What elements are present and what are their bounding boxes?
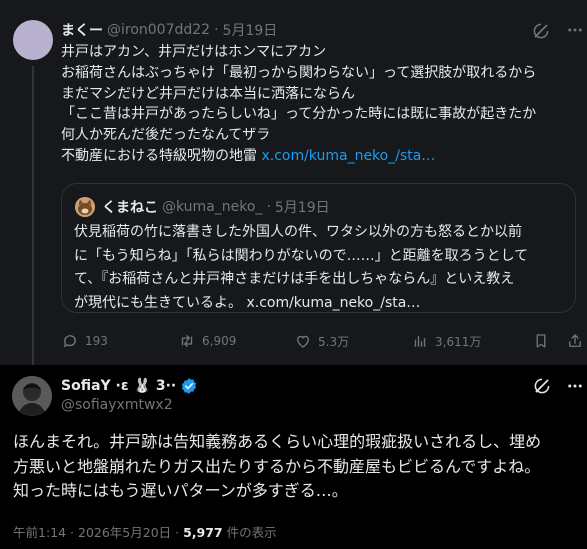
action-bar: 193 6,909 5.3万 3,611万 <box>61 331 581 351</box>
text-line: て、『お稲荷さんと井戸神さまだけは手を出しちゃならん』といえ教え <box>74 271 515 287</box>
retweet-icon <box>181 335 193 347</box>
verified-badge-icon[interactable] <box>180 377 198 395</box>
handle[interactable]: @sofiayxmtwx2 <box>61 397 173 413</box>
parent-tweet-header: まくー @iron007dd22 · 5月19日 <box>61 20 277 40</box>
text-line: 知った時にはもう遅いパターンが多すぎる…。 <box>13 481 348 500</box>
reply-count: 193 <box>85 334 108 348</box>
text-line-content: 不動産における特級呪物の地雷 <box>61 147 262 164</box>
cat-avatar-icon <box>75 197 95 217</box>
retweet-count: 6,909 <box>202 334 237 348</box>
text-line: 伏見稲荷の竹に落書きした外国人の件、ワタシ以外の方も怒るとか以前 <box>74 224 522 240</box>
reply-text: ほんまそれ。井戸跡は告知義務あるくらい心理的瑕疵扱いされるし、埋め 方悪いと地盤… <box>13 430 587 504</box>
text-line: に「もう知らね」「私らは関わりがないので……」と距離を取ろうとして <box>74 247 529 264</box>
quoted-tweet[interactable]: くまねこ @kuma_neko_ · 5月19日 伏見稲荷の竹に落書きした外国人… <box>61 183 576 313</box>
view-count: 5,977 <box>183 525 223 540</box>
reply-button[interactable]: 193 <box>61 331 108 351</box>
display-name[interactable]: まくー <box>61 20 103 40</box>
quote-text: 伏見稲荷の竹に落書きした外国人の件、ワタシ以外の方も怒るとか以前 に「もう知らね… <box>74 221 569 315</box>
text-line: 井戸はアカン、井戸だけはホンマにアカン <box>61 44 327 60</box>
like-count: 5.3万 <box>318 334 350 349</box>
text-line: 不動産における特級呪物の地雷 x.com/kuma_neko_/sta… <box>61 146 585 167</box>
text-line: まだマシだけど井戸だけは本当に洒落にならん <box>61 85 355 102</box>
parent-tweet[interactable]: まくー @iron007dd22 · 5月19日 井戸はアカン、井戸だけはホンマ… <box>0 0 587 365</box>
text-line: お稲荷さんはぶっちゃけ「最初っから関わらない」って選択肢が取れるから <box>61 64 537 81</box>
reply-avatar[interactable] <box>12 376 52 416</box>
text-line-content: が現代にも生きているよ。 <box>74 294 247 311</box>
quote-handle: @kuma_neko_ <box>162 199 263 215</box>
quote-avatar[interactable] <box>75 197 95 217</box>
date[interactable]: 5月19日 <box>223 20 278 40</box>
text-line: ほんまそれ。井戸跡は告知義務あるくらい心理的瑕疵扱いされるし、埋め <box>13 432 542 451</box>
retweet-button[interactable]: 6,909 <box>178 331 236 351</box>
quote-header: くまねこ @kuma_neko_ · 5月19日 <box>102 197 330 217</box>
text-line: が現代にも生きているよ。 x.com/kuma_neko_/sta… <box>74 292 569 316</box>
tweet-link[interactable]: x.com/kuma_neko_/sta… <box>261 148 435 164</box>
quote-link[interactable]: x.com/kuma_neko_/sta… <box>246 295 420 311</box>
separator: · <box>214 22 219 38</box>
views-button[interactable]: 3,611万 <box>411 331 481 351</box>
views-icon <box>414 335 426 347</box>
tweet-meta: 午前1:14 · 2026年5月20日 · 5,977 件の表示 <box>13 522 277 541</box>
share-icon <box>569 334 581 347</box>
more-icon[interactable] <box>566 379 584 393</box>
bookmark-icon <box>536 334 546 348</box>
views-count: 3,611万 <box>435 334 482 349</box>
reply-header: SofiaY ·ɛ 🐰 3·· <box>61 376 198 396</box>
reply-icon <box>64 335 76 347</box>
text-line: 「ここ昔は井戸があったらしいね」って分かった時には既に事故が起きたか <box>61 106 537 123</box>
text-line: 何人か死んだ後だったなんてザラ <box>61 127 271 144</box>
display-name[interactable]: SofiaY ·ɛ 🐰 3·· <box>61 378 176 394</box>
view-label: 件の表示 <box>222 525 277 540</box>
like-button[interactable]: 5.3万 <box>294 331 349 351</box>
bookmark-button[interactable] <box>532 331 556 351</box>
avatar[interactable] <box>13 20 53 60</box>
person-avatar-icon <box>12 376 52 416</box>
quote-date: 5月19日 <box>274 200 330 216</box>
handle[interactable]: @iron007dd22 <box>107 22 210 38</box>
text-line: 方悪いと地盤崩れたりガス出たりするから不動産屋もビビるんですよね。 <box>13 456 541 476</box>
timestamp[interactable]: 午前1:14 · 2026年5月20日 · <box>13 525 183 540</box>
tweet-text: 井戸はアカン、井戸だけはホンマにアカン お稲荷さんはぶっちゃけ「最初っから関わら… <box>61 42 585 167</box>
quote-display-name: くまねこ <box>102 200 158 216</box>
separator: · <box>266 199 271 215</box>
like-icon <box>297 335 309 348</box>
grok-icon[interactable] <box>533 377 551 395</box>
grok-icon[interactable] <box>532 22 550 40</box>
thread-line <box>32 66 34 365</box>
share-button[interactable] <box>566 331 584 351</box>
more-icon[interactable] <box>566 23 584 37</box>
